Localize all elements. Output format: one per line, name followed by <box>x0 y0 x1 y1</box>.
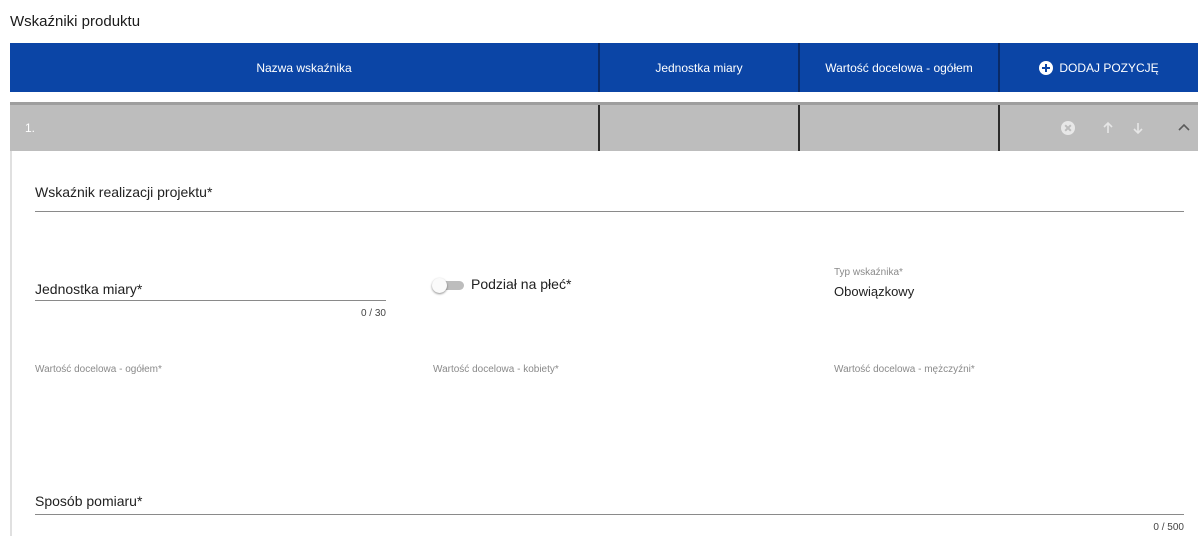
indicator-type-value: Obowiązkowy <box>834 284 915 299</box>
toggle-knob <box>432 278 447 293</box>
close-circle-icon <box>1061 121 1075 135</box>
form-left-border <box>10 151 12 536</box>
add-position-button[interactable]: DODAJ POZYCJĘ <box>1000 43 1198 92</box>
remove-row-button[interactable] <box>1060 120 1076 136</box>
arrow-up-icon <box>1103 121 1113 133</box>
indicator-type-label: Typ wskaźnika* <box>834 267 903 278</box>
target-men-field[interactable]: Wartość docelowa - mężczyźni* <box>834 364 975 375</box>
row-index: 1. <box>10 105 600 151</box>
row-unit-cell <box>600 105 800 151</box>
column-header-target-total: Wartość docelowa - ogółem <box>800 43 1000 92</box>
indicator-field-label: Wskaźnik realizacji projektu* <box>35 184 213 200</box>
target-women-field[interactable]: Wartość docelowa - kobiety* <box>433 364 559 375</box>
unit-field[interactable] <box>35 300 386 301</box>
measurement-field-label: Sposób pomiaru* <box>35 493 143 509</box>
section-title: Wskaźniki produktu <box>10 13 141 30</box>
arrow-down-icon <box>1133 123 1143 135</box>
chevron-up-icon <box>1178 123 1190 131</box>
column-header-name: Nazwa wskaźnika <box>10 43 600 92</box>
measurement-field[interactable] <box>35 514 1184 515</box>
column-header-unit: Jednostka miary <box>600 43 800 92</box>
move-up-button[interactable] <box>1100 120 1116 136</box>
gender-split-label: Podział na płeć* <box>471 276 572 292</box>
unit-field-label: Jednostka miary* <box>35 281 143 297</box>
measurement-field-counter: 0 / 500 <box>1153 522 1184 533</box>
indicator-field[interactable] <box>35 211 1184 212</box>
collapse-row-button[interactable] <box>1176 120 1192 136</box>
row-actions <box>1000 105 1198 151</box>
add-position-label: DODAJ POZYCJĘ <box>1059 60 1159 75</box>
unit-field-counter: 0 / 30 <box>360 308 386 319</box>
target-total-field[interactable]: Wartość docelowa - ogółem* <box>35 364 162 375</box>
plus-circle-icon <box>1039 60 1054 75</box>
move-down-button[interactable] <box>1130 120 1146 136</box>
gender-split-toggle[interactable] <box>432 278 464 293</box>
table-row[interactable]: 1. <box>10 102 1198 151</box>
row-target-total-cell <box>800 105 1000 151</box>
table-header: Nazwa wskaźnika Jednostka miary Wartość … <box>10 43 1198 92</box>
